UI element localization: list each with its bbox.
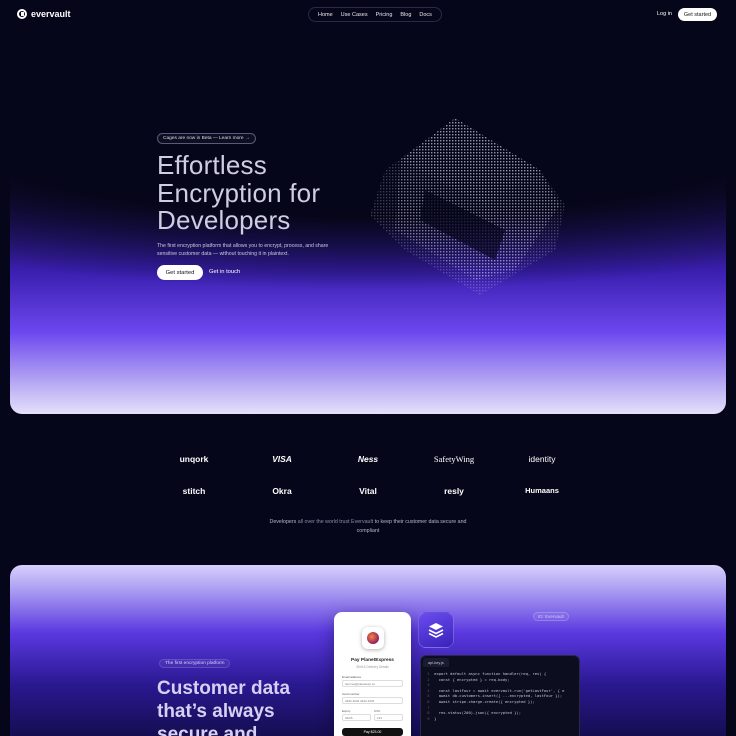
feature-tag: The first encryption platform [159,659,231,668]
stack-layers-icon [418,612,454,648]
pay-title: Pay PlanetExpress [351,658,394,663]
pay-subtitle: Shift & Delivery Details [356,665,389,669]
brand-visa: VISA [272,454,292,464]
brand-resly: resly [444,486,464,496]
trust-text-b: all over the world trust Evervault [296,519,375,525]
email-label: Email address [342,675,362,679]
logo[interactable]: evervault [17,9,71,19]
hero-title-line-1: Effortless [157,150,267,180]
pay-button[interactable]: Pay $23.00 [342,728,403,736]
email-field[interactable]: hermes@planetexp.co [342,680,403,687]
nav-link-home[interactable]: Home [314,12,337,18]
brand-stitch: stitch [182,486,206,496]
feature-title-line-2: that’s always [157,701,275,722]
logo-text: evervault [31,9,71,19]
nav-link-docs[interactable]: Docs [415,12,436,18]
brand-okra: Okra [272,486,292,496]
login-link[interactable]: Log in [657,11,672,17]
brand-identity: identity [528,454,556,464]
payment-phone-mockup: Pay PlanetExpress Shift & Delivery Detai… [334,612,411,736]
editor-tab[interactable]: api-key.js [423,658,449,667]
expiry-field[interactable]: 04/26 [342,714,371,721]
code-line: 9 } [425,715,437,721]
brand-ness: Ness [357,454,379,464]
encryption-cube-graphic [370,118,565,295]
hero-title-line-2: Encryption for [157,177,321,208]
brand-humaans: Humaans [525,486,559,495]
feature-title-line-3: secure and [157,724,258,736]
expiry-label: Expiry [342,709,351,713]
hero-title: Effortless Encryption for Developers [157,150,321,235]
planet-icon [362,627,384,649]
logo-icon [17,9,27,19]
feature-title-line-1: Customer data [157,678,291,699]
brand-vital: Vital [359,486,377,496]
feature-title: Customer data that’s always secure and [157,677,290,736]
top-nav: evervault Home Use Cases Pricing Blog Do… [0,0,736,30]
hero-title-line-3: Developers [157,205,291,235]
brand-safetywing: SafetyWing [433,454,475,464]
nav-link-pricing[interactable]: Pricing [372,12,397,18]
hero-get-started-button[interactable]: Get started [157,265,203,280]
beta-badge[interactable]: Cages are now in Beta — Learn more → [157,133,256,144]
code-editor: api-key.js 1 export default async functi… [420,655,580,736]
cvc-field[interactable]: 123 [374,714,403,721]
hero-get-in-touch-link[interactable]: Get in touch [209,269,240,275]
card-field[interactable]: 4242 4242 4242 4242 [342,697,403,704]
trust-statement: Developers all over the world trust Ever… [268,518,468,536]
brand-unqork: unqork [179,454,209,464]
nav-links: Home Use Cases Pricing Blog Docs [308,7,442,22]
trust-text-a: Developers [269,519,297,525]
card-label: Card number [342,692,360,696]
nav-link-use-cases[interactable]: Use Cases [337,12,372,18]
nav-link-blog[interactable]: Blog [396,12,415,18]
id-pill: ID: Evervault [533,612,569,621]
hero-section: Cages are now in Beta — Learn more → Eff… [10,40,726,414]
nav-get-started-button[interactable]: Get started [678,8,717,21]
code-block: 1 export default async function handler(… [425,671,564,721]
hero-subtitle: The first encryption platform that allow… [157,243,329,257]
cvc-label: CVC [374,709,381,713]
